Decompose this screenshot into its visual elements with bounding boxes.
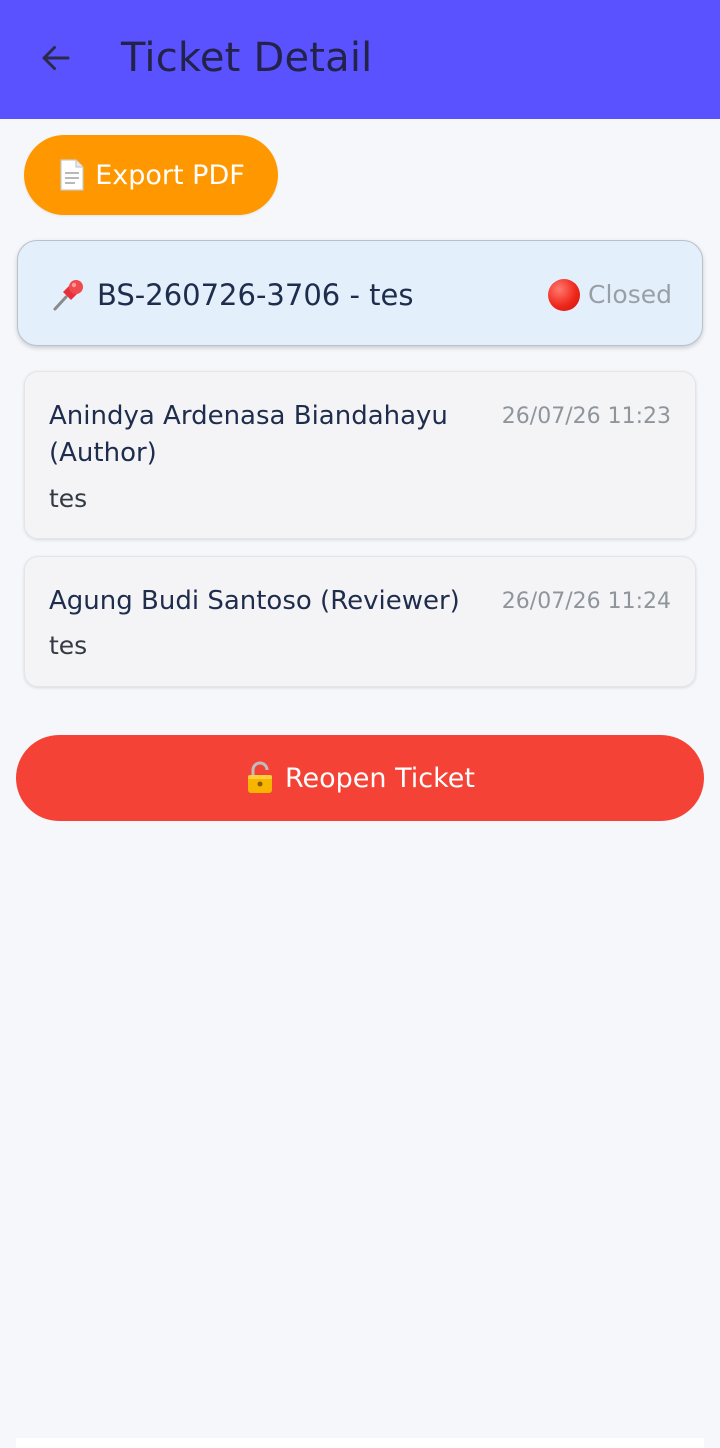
ticket-header-card: BS-260726-3706 - tes Closed bbox=[17, 240, 703, 346]
comment-timestamp: 26/07/26 11:24 bbox=[501, 589, 671, 614]
page-title: Ticket Detail bbox=[121, 35, 373, 81]
ticket-title-row: BS-260726-3706 - tes bbox=[49, 275, 413, 315]
comment-text: tes bbox=[49, 631, 88, 660]
app-bar: Ticket Detail bbox=[0, 0, 720, 119]
export-pdf-label: Export PDF bbox=[95, 159, 245, 191]
reopen-ticket-button[interactable]: Reopen Ticket bbox=[16, 735, 704, 821]
arrow-left-icon bbox=[42, 46, 70, 70]
document-icon bbox=[60, 159, 84, 191]
comment-card: Agung Budi Santoso (Reviewer) 26/07/26 1… bbox=[24, 556, 696, 687]
unlock-icon bbox=[247, 761, 272, 793]
red-circle-icon bbox=[548, 279, 581, 311]
comment-author: Anindya Ardenasa Biandahayu (Author) bbox=[49, 401, 448, 468]
comment-text: tes bbox=[49, 484, 88, 513]
ticket-title: BS-260726-3706 - tes bbox=[97, 278, 414, 312]
ticket-status: Closed bbox=[548, 277, 672, 313]
status-badge: Closed bbox=[588, 280, 672, 309]
back-button[interactable] bbox=[24, 26, 88, 90]
bottom-sheet-edge bbox=[16, 1438, 704, 1448]
comment-timestamp: 26/07/26 11:23 bbox=[501, 404, 671, 429]
export-pdf-button[interactable]: Export PDF bbox=[24, 135, 278, 215]
comment-card: Anindya Ardenasa Biandahayu (Author) 26/… bbox=[24, 371, 696, 539]
reopen-ticket-label: Reopen Ticket bbox=[284, 762, 475, 794]
pushpin-icon bbox=[53, 280, 83, 311]
comment-author: Agung Budi Santoso (Reviewer) bbox=[49, 586, 460, 616]
